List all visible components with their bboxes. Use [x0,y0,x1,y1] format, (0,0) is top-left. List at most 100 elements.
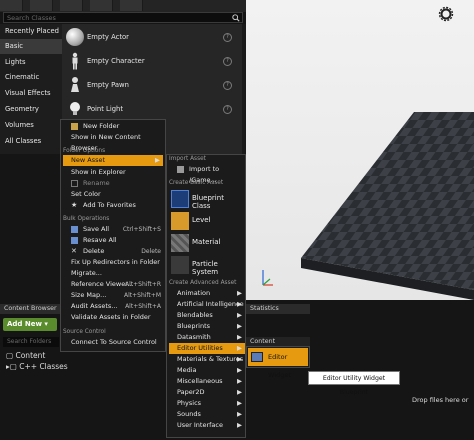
menu-add-to-favorites[interactable]: ★ Add To Favorites [63,200,163,211]
category-lights[interactable]: Lights [0,55,62,70]
place-item-label: Empty Character [87,57,145,65]
level-viewport[interactable] [246,0,474,300]
place-item-empty-character[interactable]: Empty Character ? [62,49,240,73]
category-visual-effects[interactable]: Visual Effects [0,86,62,101]
menu-save-all[interactable]: Save All Ctrl+Shift+S [63,224,163,235]
search-icon [232,14,240,22]
menu-paper2d[interactable]: Paper2D ▶ [169,387,245,398]
menu-label: Paper2D [177,388,205,396]
mode-toolbar [0,0,246,12]
category-recently-placed[interactable]: Recently Placed [0,24,62,39]
menu-user-interface[interactable]: User Interface ▶ [169,420,245,431]
menu-materials-textures[interactable]: Materials & Textures ▶ [169,354,245,365]
editor-widget-icon [251,352,263,362]
menu-reference-viewer[interactable]: Reference Viewer... Alt+Shift+R [63,279,163,290]
tree-item-label: C++ Classes [19,362,68,371]
menu-validate-assets[interactable]: Validate Assets in Folder [63,312,163,323]
menu-set-color[interactable]: Set Color [63,189,163,200]
menu-label: Sounds [177,410,201,418]
menu-audit-assets[interactable]: Audit Assets... Alt+Shift+A [63,301,163,312]
menu-migrate[interactable]: Migrate... [63,268,163,279]
menu-new-asset[interactable]: New Asset ▶ [63,155,163,166]
menu-label: Blendables [177,311,213,319]
menu-label: Save All [83,225,110,233]
menu-material[interactable]: Material [169,232,243,254]
category-basic[interactable]: Basic [0,39,62,54]
close-icon: ✕ [71,247,77,255]
menu-editor-widget[interactable]: Editor Widget [248,348,308,379]
category-all-classes[interactable]: All Classes [0,134,62,149]
place-item-empty-pawn[interactable]: Empty Pawn ? [62,73,240,97]
tree-item-cpp-classes[interactable]: ▸▢ C++ Classes [6,362,68,371]
menu-artificial-intelligence[interactable]: Artificial Intelligence ▶ [169,299,245,310]
menu-level[interactable]: Level [169,210,243,232]
place-item-label: Empty Actor [87,33,129,41]
category-volumes[interactable]: Volumes [0,118,62,133]
checkerboard-floor [301,112,474,300]
menu-datasmith[interactable]: Datasmith ▶ [169,332,245,343]
menu-particle-system[interactable]: Particle System [169,254,243,276]
help-icon[interactable]: ? [223,57,232,66]
chevron-right-icon: ▶ [237,410,242,418]
place-mode-icon[interactable] [0,0,23,11]
menu-delete[interactable]: ✕ Delete Delete [63,246,163,257]
menu-label: Media [177,366,197,374]
tab-content-browser[interactable]: Content Browser [0,304,68,314]
add-new-button[interactable]: Add New ▾ [3,318,57,331]
place-item-point-light[interactable]: Point Light ? [62,97,240,121]
category-geometry[interactable]: Geometry [0,102,62,117]
menu-label: Level [192,216,211,224]
place-item-empty-actor[interactable]: Empty Actor ? [62,25,240,49]
tree-item-content[interactable]: ▢ Content [6,351,45,360]
menu-resave-all[interactable]: Resave All [63,235,163,246]
tooltip: Editor Utility Widget Blueprint [308,371,400,396]
tab-statistics[interactable]: Statistics [246,304,310,314]
menu-fix-up-redirectors[interactable]: Fix Up Redirectors in Folder [63,257,163,268]
menu-connect-to-source-control[interactable]: Connect To Source Control [63,337,163,348]
landscape-mode-icon[interactable] [60,0,83,11]
menu-label: Animation [177,289,211,297]
menu-label: Physics [177,399,202,407]
axis-gizmo-icon [262,270,273,286]
menu-label: Editor Utilities [177,344,223,352]
menu-miscellaneous[interactable]: Miscellaneous ▶ [169,376,245,387]
gear-icon[interactable] [438,6,454,22]
menu-media[interactable]: Media ▶ [169,365,245,376]
menu-header-create-basic-asset: Create Basic Asset [169,180,224,186]
menu-header-create-advanced-asset: Create Advanced Asset [169,280,237,286]
category-cinematic[interactable]: Cinematic [0,70,62,85]
help-icon[interactable]: ? [223,81,232,90]
menu-label: Particle System [192,260,219,276]
menu-label: Miscellaneous [177,377,223,385]
menu-show-in-new-content-browser[interactable]: Show in New Content Browser [63,132,163,152]
menu-rename: Rename [63,178,163,189]
geometry-mode-icon[interactable] [120,0,143,11]
folder-icon [71,123,78,130]
menu-animation[interactable]: Animation ▶ [169,288,245,299]
menu-physics[interactable]: Physics ▶ [169,398,245,409]
menu-new-folder[interactable]: New Folder [63,121,163,132]
help-icon[interactable]: ? [223,105,232,114]
paint-mode-icon[interactable] [30,0,53,11]
menu-label: Material [192,238,221,246]
menu-blueprints[interactable]: Blueprints ▶ [169,321,245,332]
save-icon [71,237,78,244]
drop-files-hint: Drop files here or [412,396,469,404]
menu-label: New Asset [71,156,106,164]
menu-shortcut: Delete [141,248,161,255]
menu-editor-utilities[interactable]: Editor Utilities ▶ [169,343,245,354]
menu-blendables[interactable]: Blendables ▶ [169,310,245,321]
menu-sounds[interactable]: Sounds ▶ [169,409,245,420]
menu-import-to-game[interactable]: Import to /Game... [169,164,245,184]
chevron-right-icon: ▶ [237,300,242,308]
foliage-mode-icon[interactable] [90,0,113,11]
search-folders-input[interactable]: Search Folders [3,337,59,347]
help-icon[interactable]: ? [223,33,232,42]
menu-label: Delete [83,247,105,255]
new-asset-submenu: Import Asset Import to /Game... Create B… [166,154,246,438]
search-classes-input[interactable]: Search Classes [3,12,243,23]
search-placeholder: Search Classes [7,14,56,22]
menu-show-in-explorer[interactable]: Show in Explorer [63,167,163,178]
menu-size-map[interactable]: Size Map... Alt+Shift+M [63,290,163,301]
menu-blueprint-class[interactable]: Blueprint Class [169,188,243,210]
